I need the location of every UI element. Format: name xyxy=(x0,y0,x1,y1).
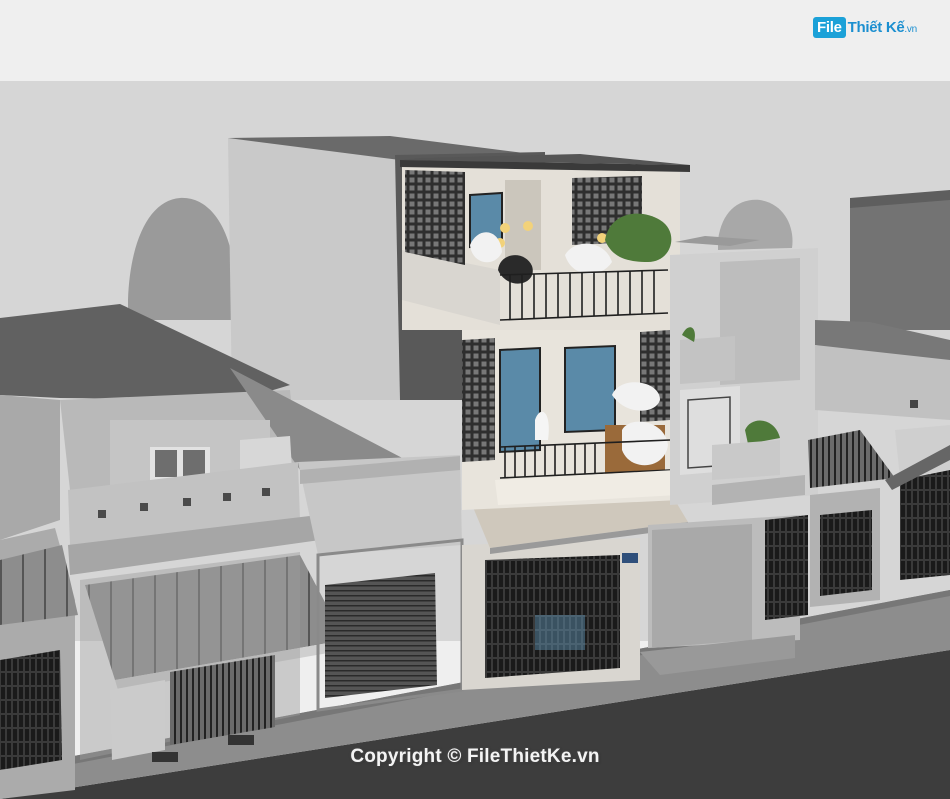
sky xyxy=(0,0,950,81)
logo-file-badge: File xyxy=(813,16,846,38)
floor-1-window-left xyxy=(499,346,541,454)
filethietke-logo[interactable]: File Thiết Kế.vn xyxy=(813,12,917,42)
logo-name: Thiết Kế.vn xyxy=(847,18,918,36)
logo-domain: .vn xyxy=(904,23,917,35)
roll-up-door xyxy=(325,573,437,698)
floor-2-lattice-left xyxy=(405,170,465,265)
left-house-side xyxy=(0,395,60,540)
floor-1-window-right xyxy=(564,344,616,434)
building-far-right xyxy=(850,195,950,330)
3d-house-render xyxy=(0,0,950,799)
copyright-watermark: Copyright © FileThietKe.vn xyxy=(350,746,600,767)
logo-name-text: Thiết Kế xyxy=(847,18,905,36)
house-number-plate xyxy=(622,553,638,563)
tall-back-block xyxy=(228,138,400,400)
